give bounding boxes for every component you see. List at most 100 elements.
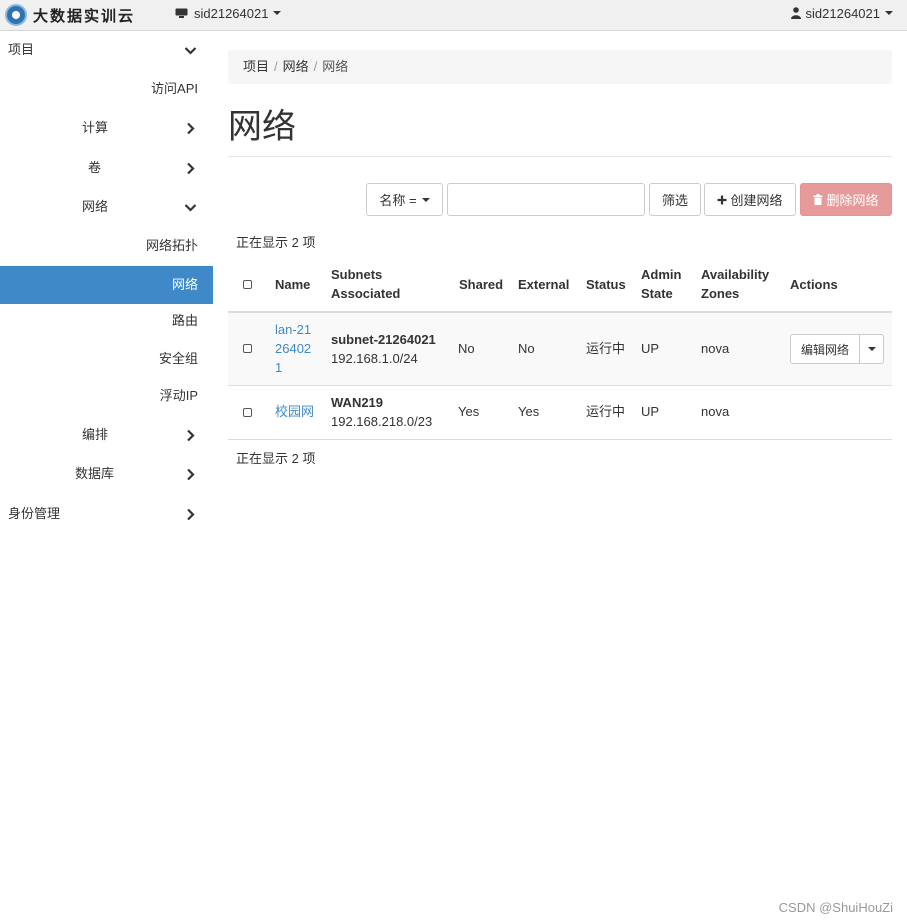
brand-name: 大数据实训云 <box>33 6 136 25</box>
breadcrumb: 项目 / 网络 / 网络 <box>228 50 892 84</box>
sidebar-item-label: 路由 <box>171 313 198 328</box>
column-header-shared[interactable]: Shared <box>459 275 503 294</box>
item-count-footer: 正在显示 2 项 <box>236 451 316 466</box>
sidebar-item-label: 编排 <box>82 427 109 442</box>
watermark: CSDN @ShuiHouZi <box>778 900 893 915</box>
sidebar-item-label: 安全组 <box>158 351 198 366</box>
subnet-cidr: 192.168.218.0/23 <box>331 414 433 429</box>
admin-state-value: UP <box>641 404 660 419</box>
column-header-admin-line1: Admin <box>641 267 682 282</box>
filter-input[interactable] <box>447 183 645 216</box>
chevron-right-icon <box>187 468 195 481</box>
divider <box>228 156 892 157</box>
select-all-checkbox[interactable] <box>243 280 252 289</box>
create-network-label: 创建网络 <box>730 193 783 208</box>
network-name-link[interactable]: 校园网 <box>275 402 314 421</box>
breadcrumb-separator: / <box>313 59 318 74</box>
sidebar-item-label: 访问API <box>151 81 198 96</box>
brand[interactable]: 大数据实训云 <box>5 3 135 27</box>
chevron-right-icon <box>187 429 195 442</box>
monitor-icon <box>175 8 188 18</box>
sidebar-item-identity[interactable]: 身份管理 <box>0 495 213 533</box>
column-header-admin-state[interactable]: Admin State <box>641 265 681 303</box>
subnet-name: WAN219 <box>331 395 384 410</box>
shared-value: No <box>458 341 475 356</box>
breadcrumb-item[interactable]: 项目 <box>243 59 269 74</box>
sidebar-item-label: 项目 <box>8 42 35 57</box>
top-navbar: 大数据实训云 sid21264021 sid21264021 <box>0 0 907 31</box>
column-header-status[interactable]: Status <box>586 275 626 294</box>
column-header-actions: Actions <box>790 277 838 292</box>
sidebar-item-routers[interactable]: 路由 <box>0 302 213 340</box>
network-name-link[interactable]: lan-21264021 <box>275 320 317 377</box>
item-count: 正在显示 2 项 <box>236 235 316 250</box>
delete-networks-label: 删除网络 <box>826 193 879 208</box>
sidebar-item-label: 卷 <box>88 160 102 175</box>
plus-icon <box>717 195 727 204</box>
sidebar-item-api-access[interactable]: 访问API <box>0 70 213 108</box>
sidebar-item-label: 身份管理 <box>8 506 61 521</box>
column-header-az-line1: Availability <box>701 267 770 282</box>
sidebar-item-label: 网络 <box>82 199 109 214</box>
column-header-availability-zones[interactable]: Availability Zones <box>701 265 769 303</box>
sidebar-item-project[interactable]: 项目 <box>0 31 213 69</box>
sidebar-item-label: 浮动IP <box>159 388 198 403</box>
filter-field-label: 名称 = <box>379 193 417 208</box>
caret-down-icon <box>867 347 876 351</box>
breadcrumb-separator: / <box>274 59 278 74</box>
column-header-name[interactable]: Name <box>275 275 310 294</box>
breadcrumb-current: 网络 <box>322 59 349 74</box>
sidebar-item-floating-ips[interactable]: 浮动IP <box>0 377 213 415</box>
project-selector-label: sid21264021 <box>194 5 269 21</box>
caret-down-icon <box>273 11 282 15</box>
subnet-name: subnet-21264021 <box>331 332 436 347</box>
column-header-subnets[interactable]: Subnets Associated <box>331 265 400 303</box>
sidebar-item-label: 数据库 <box>75 466 115 481</box>
status-value: 运行中 <box>586 341 626 356</box>
zones-value: nova <box>701 341 730 356</box>
sidebar-item-compute[interactable]: 计算 <box>0 109 213 147</box>
sidebar-item-network-topology[interactable]: 网络拓扑 <box>0 227 213 265</box>
sidebar-item-database[interactable]: 数据库 <box>0 455 213 493</box>
subnet-cidr: 192.168.1.0/24 <box>331 351 418 366</box>
sidebar-item-networks[interactable]: 网络 <box>0 266 213 304</box>
chevron-down-icon <box>184 204 197 212</box>
sidebar-item-security-groups[interactable]: 安全组 <box>0 340 213 378</box>
trash-icon <box>813 194 823 205</box>
filter-button[interactable]: 筛选 <box>649 183 701 216</box>
sidebar-item-volumes[interactable]: 卷 <box>0 149 213 187</box>
edit-network-button[interactable]: 编辑网络 <box>790 334 861 364</box>
row-actions-dropdown-toggle[interactable] <box>860 334 885 364</box>
user-menu-label: sid21264021 <box>805 5 880 21</box>
table-row <box>228 386 892 440</box>
sidebar-item-label: 计算 <box>82 120 109 135</box>
project-selector[interactable]: sid21264021 <box>175 0 282 26</box>
zones-value: nova <box>701 404 730 419</box>
breadcrumb-item[interactable]: 网络 <box>283 59 309 74</box>
user-menu[interactable]: sid21264021 <box>790 0 893 26</box>
filter-field-select[interactable]: 名称 = <box>366 183 443 216</box>
sidebar-item-label: 网络拓扑 <box>145 238 198 253</box>
admin-state-value: UP <box>641 341 660 356</box>
shared-value: Yes <box>458 404 480 419</box>
chevron-right-icon <box>187 122 195 135</box>
sidebar-item-network[interactable]: 网络 <box>0 188 213 226</box>
delete-networks-button[interactable]: 删除网络 <box>800 183 892 216</box>
sidebar-item-orchestration[interactable]: 编排 <box>0 416 213 454</box>
chevron-right-icon <box>187 508 195 521</box>
caret-down-icon <box>885 11 893 15</box>
row-checkbox[interactable] <box>243 344 252 353</box>
brand-logo-icon <box>5 4 27 26</box>
chevron-down-icon <box>184 47 197 55</box>
row-checkbox[interactable] <box>243 408 252 417</box>
column-header-external[interactable]: External <box>518 275 569 294</box>
create-network-button[interactable]: 创建网络 <box>704 183 796 216</box>
external-value: No <box>518 341 535 356</box>
column-header-subnets-line2: Associated <box>331 286 401 301</box>
sidebar-item-label: 网络 <box>171 277 198 292</box>
column-header-admin-line2: State <box>641 286 673 301</box>
status-value: 运行中 <box>586 404 626 419</box>
caret-down-icon <box>421 197 430 202</box>
chevron-right-icon <box>187 162 195 175</box>
row-actions: 编辑网络 <box>790 334 885 364</box>
